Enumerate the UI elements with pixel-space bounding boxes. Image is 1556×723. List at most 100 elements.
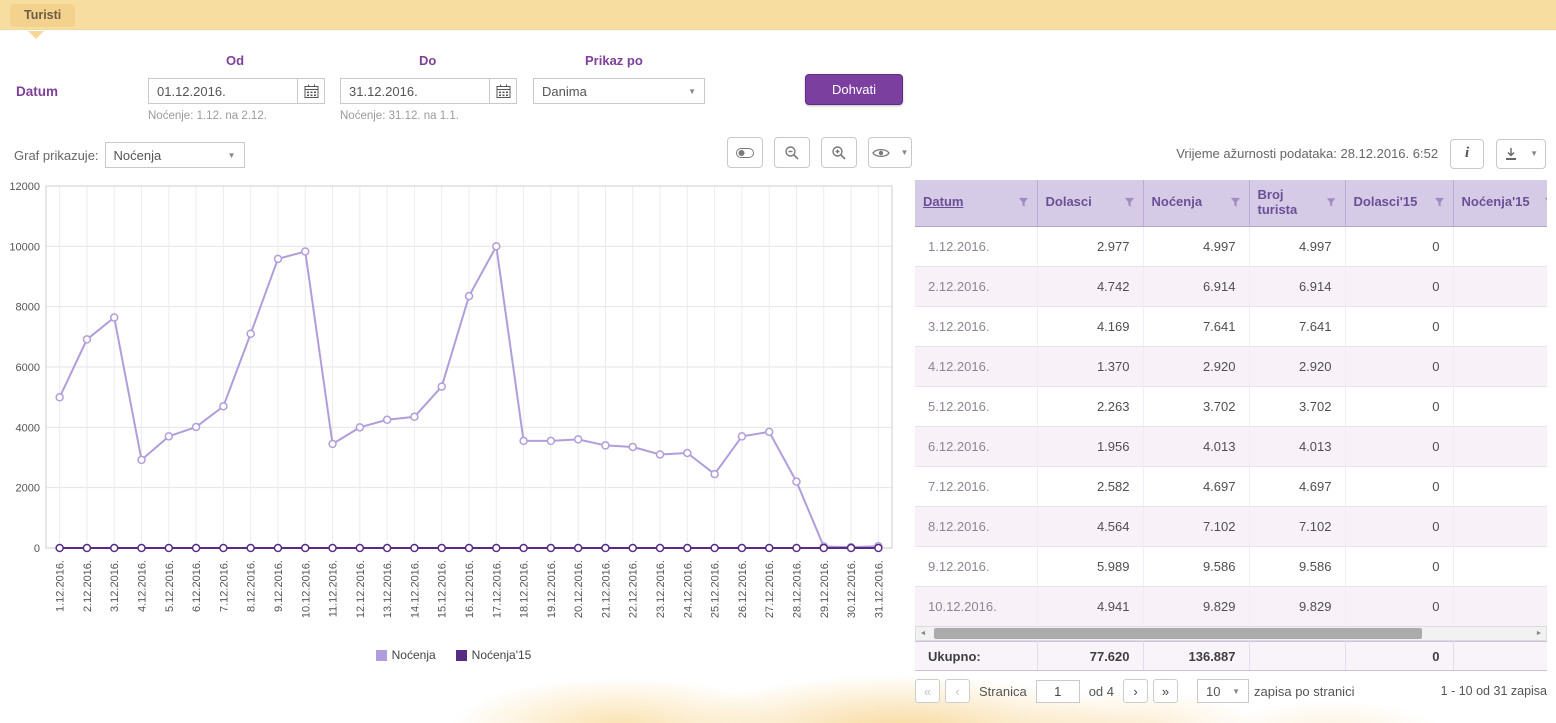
- legend-swatch: [456, 650, 467, 661]
- cell-datum: 4.12.2016.: [915, 346, 1037, 386]
- cell-value: 0: [1345, 586, 1453, 626]
- chart-pan-toggle-button[interactable]: [727, 137, 763, 168]
- legend-item[interactable]: Noćenja'15: [456, 648, 532, 662]
- scroll-left-arrow[interactable]: ◄: [916, 630, 930, 637]
- totals-row-container: Ukupno:77.620136.8870: [915, 641, 1547, 672]
- chevron-down-icon: ▼: [901, 148, 909, 157]
- cell-value: 0: [1345, 426, 1453, 466]
- page-number-input[interactable]: [1036, 680, 1080, 703]
- table-row[interactable]: 7.12.2016.2.5824.6974.6970: [915, 466, 1547, 506]
- last-page-button[interactable]: »: [1153, 679, 1178, 703]
- dohvati-button[interactable]: Dohvati: [805, 74, 903, 105]
- filter-funnel-icon[interactable]: [1230, 197, 1241, 208]
- cell-value: 2.582: [1037, 466, 1143, 506]
- scroll-right-arrow[interactable]: ►: [1532, 630, 1546, 637]
- totals-row: Ukupno:77.620136.8870: [915, 642, 1547, 671]
- svg-text:10.12.2016.: 10.12.2016.: [300, 560, 312, 618]
- totals-value: 136.887: [1143, 642, 1249, 671]
- chevron-down-icon: ▼: [1530, 149, 1538, 158]
- column-header-0[interactable]: Datum: [915, 180, 1037, 226]
- date-from-calendar-button[interactable]: [298, 78, 325, 104]
- horizontal-scrollbar[interactable]: ◄ ►: [915, 626, 1547, 641]
- pagination-bar: « ‹ Stranica od 4 › » 10 ▼ zapisa po str…: [915, 679, 1547, 703]
- previous-page-button[interactable]: ‹: [945, 679, 970, 703]
- svg-text:18.12.2016.: 18.12.2016.: [519, 560, 531, 618]
- cell-value: 9.586: [1143, 546, 1249, 586]
- page-size-label: zapisa po stranici: [1254, 684, 1354, 699]
- cell-value: [1453, 306, 1547, 346]
- cell-value: 4.013: [1143, 426, 1249, 466]
- line-chart[interactable]: 0200040006000800010000120001.12.2016.2.1…: [6, 178, 901, 646]
- column-header-2[interactable]: Noćenja: [1143, 180, 1249, 226]
- info-icon: i: [1465, 145, 1469, 162]
- filter-funnel-icon[interactable]: [1434, 197, 1445, 208]
- date-to-calendar-button[interactable]: [490, 78, 517, 104]
- zoom-in-button[interactable]: [821, 137, 857, 168]
- legend-label: Noćenja: [392, 648, 436, 662]
- cell-value: 7.102: [1249, 506, 1345, 546]
- toggle-icon: [735, 146, 755, 160]
- totals-value: 0: [1345, 642, 1453, 671]
- svg-text:31.12.2016.: 31.12.2016.: [873, 560, 885, 618]
- cell-value: [1453, 466, 1547, 506]
- totals-value: [1249, 642, 1345, 671]
- cell-value: 4.742: [1037, 266, 1143, 306]
- totals-value: 77.620: [1037, 642, 1143, 671]
- tab-turisti[interactable]: Turisti: [10, 4, 75, 27]
- cell-value: 0: [1345, 306, 1453, 346]
- next-page-button[interactable]: ›: [1123, 679, 1148, 703]
- od-label: Od: [226, 53, 244, 68]
- series-visibility-button[interactable]: ▼: [868, 137, 912, 168]
- page-size-select[interactable]: 10 ▼: [1197, 679, 1249, 703]
- svg-text:30.12.2016.: 30.12.2016.: [846, 560, 858, 618]
- svg-text:25.12.2016.: 25.12.2016.: [710, 560, 722, 618]
- eye-icon: [872, 147, 890, 159]
- table-row[interactable]: 3.12.2016.4.1697.6417.6410: [915, 306, 1547, 346]
- scrollbar-thumb[interactable]: [934, 628, 1422, 639]
- export-button[interactable]: ▼: [1496, 139, 1546, 169]
- table-row[interactable]: 5.12.2016.2.2633.7023.7020: [915, 386, 1547, 426]
- prikaz-po-label: Prikaz po: [585, 53, 643, 68]
- table-row[interactable]: 10.12.2016.4.9419.8299.8290: [915, 586, 1547, 626]
- cell-value: 3.702: [1143, 386, 1249, 426]
- svg-text:20.12.2016.: 20.12.2016.: [573, 560, 585, 618]
- table-row[interactable]: 2.12.2016.4.7426.9146.9140: [915, 266, 1547, 306]
- filter-funnel-icon[interactable]: [1124, 197, 1135, 208]
- graf-prikazuje-label: Graf prikazuje:: [14, 148, 99, 163]
- cell-value: 4.564: [1037, 506, 1143, 546]
- cell-value: 4.013: [1249, 426, 1345, 466]
- filter-funnel-icon[interactable]: [1326, 197, 1336, 208]
- cell-value: [1453, 506, 1547, 546]
- filter-funnel-icon[interactable]: [1018, 197, 1029, 208]
- column-header-5[interactable]: Noćenja'15: [1453, 180, 1547, 226]
- do-label: Do: [419, 53, 436, 68]
- table-row[interactable]: 8.12.2016.4.5647.1027.1020: [915, 506, 1547, 546]
- zoom-out-button[interactable]: [774, 137, 810, 168]
- date-to-input[interactable]: [340, 78, 490, 104]
- data-table-container: DatumDolasciNoćenjaBroj turistaDolasci'1…: [915, 180, 1547, 626]
- date-from-input[interactable]: [148, 78, 298, 104]
- graf-prikazuje-select[interactable]: Noćenja ▼: [105, 142, 245, 168]
- top-tab-bar: Turisti: [0, 0, 1556, 30]
- table-row[interactable]: 6.12.2016.1.9564.0134.0130: [915, 426, 1547, 466]
- legend-item[interactable]: Noćenja: [376, 648, 436, 662]
- cell-datum: 10.12.2016.: [915, 586, 1037, 626]
- cell-value: 0: [1345, 466, 1453, 506]
- chevron-down-icon: ▼: [688, 87, 696, 96]
- info-button[interactable]: i: [1450, 139, 1484, 169]
- svg-text:26.12.2016.: 26.12.2016.: [737, 560, 749, 618]
- filter-funnel-icon[interactable]: [1544, 197, 1548, 208]
- table-row[interactable]: 1.12.2016.2.9774.9974.9970: [915, 226, 1547, 266]
- cell-value: 9.829: [1249, 586, 1345, 626]
- cell-value: 1.370: [1037, 346, 1143, 386]
- column-header-3[interactable]: Broj turista: [1249, 180, 1345, 226]
- table-row[interactable]: 4.12.2016.1.3702.9202.9200: [915, 346, 1547, 386]
- column-header-1[interactable]: Dolasci: [1037, 180, 1143, 226]
- prikaz-po-select[interactable]: Danima ▼: [533, 78, 705, 104]
- first-page-button[interactable]: «: [915, 679, 940, 703]
- cell-value: 2.920: [1249, 346, 1345, 386]
- svg-text:12.12.2016.: 12.12.2016.: [355, 560, 367, 618]
- table-row[interactable]: 9.12.2016.5.9899.5869.5860: [915, 546, 1547, 586]
- svg-text:11.12.2016.: 11.12.2016.: [328, 560, 340, 617]
- column-header-4[interactable]: Dolasci'15: [1345, 180, 1453, 226]
